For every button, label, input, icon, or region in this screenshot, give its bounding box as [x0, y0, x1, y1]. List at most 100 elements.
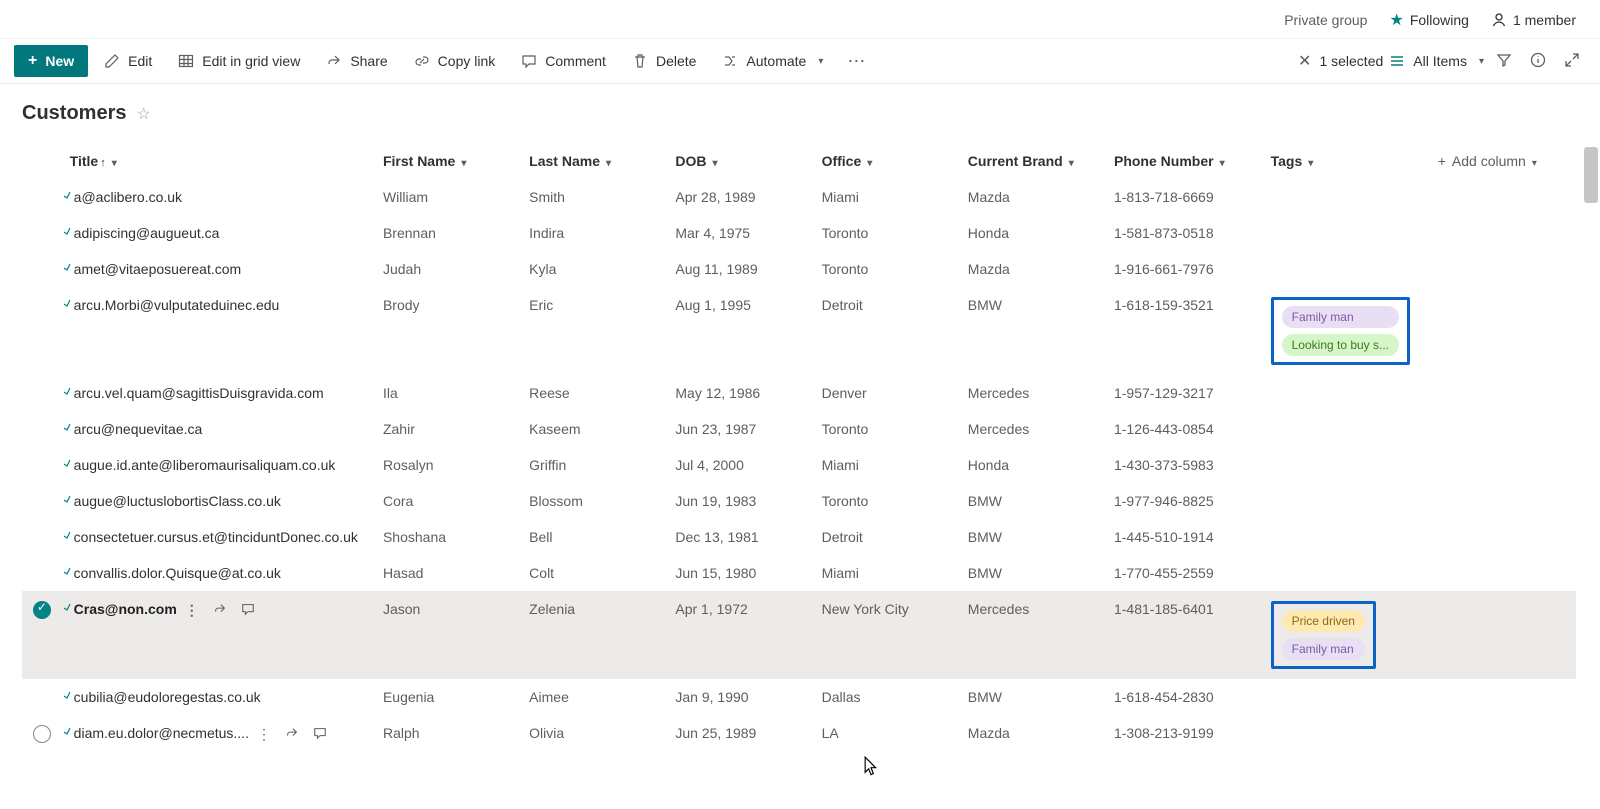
cell-tags — [1263, 179, 1430, 215]
cell-title[interactable]: Cras@non.com⋮ — [62, 591, 375, 679]
row-select-cell[interactable] — [22, 215, 62, 251]
column-first-name[interactable]: First Name▾ — [375, 143, 521, 179]
column-last-name[interactable]: Last Name▾ — [521, 143, 667, 179]
cell-office: Toronto — [814, 483, 960, 519]
table-row[interactable]: adipiscing@augueut.caBrennanIndiraMar 4,… — [22, 215, 1576, 251]
delete-button[interactable]: Delete — [622, 47, 706, 75]
table-row[interactable]: arcu@nequevitae.caZahirKaseemJun 23, 198… — [22, 411, 1576, 447]
favorite-star-button[interactable]: ☆ — [136, 104, 150, 124]
table-row[interactable]: arcu.Morbi@vulputateduinec.eduBrodyEricA… — [22, 287, 1576, 375]
cell-tags — [1263, 715, 1430, 756]
cell-title[interactable]: convallis.dolor.Quisque@at.co.uk — [62, 555, 375, 591]
column-office[interactable]: Office▾ — [814, 143, 960, 179]
table-row[interactable]: Cras@non.com⋮JasonZeleniaApr 1, 1972New … — [22, 591, 1576, 679]
table-row[interactable]: augue@luctuslobortisClass.co.ukCoraBloss… — [22, 483, 1576, 519]
tag-pill[interactable]: Family man — [1282, 638, 1365, 660]
row-select-cell[interactable] — [22, 519, 62, 555]
grid-icon — [178, 53, 194, 69]
copy-link-button[interactable]: Copy link — [404, 47, 506, 75]
table-row[interactable]: diam.eu.dolor@necmetus....⋮RalphOliviaJu… — [22, 715, 1576, 756]
table-row[interactable]: a@aclibero.co.ukWilliamSmithApr 28, 1989… — [22, 179, 1576, 215]
cell-last: Zelenia — [521, 591, 667, 679]
select-circle[interactable] — [33, 601, 51, 619]
grid-scroll[interactable]: Title↑▾ First Name▾ Last Name▾ DOB▾ Offi… — [22, 143, 1600, 784]
cell-tags — [1263, 411, 1430, 447]
cell-title[interactable]: amet@vitaeposuereat.com — [62, 251, 375, 287]
edit-button[interactable]: Edit — [94, 47, 162, 75]
cell-last: Smith — [521, 179, 667, 215]
cell-brand: Honda — [960, 215, 1106, 251]
clear-selection-button[interactable]: ✕ 1 selected — [1298, 51, 1383, 71]
column-tags[interactable]: Tags▾ — [1263, 143, 1430, 179]
cell-title[interactable]: cubilia@eudoloregestas.co.uk — [62, 679, 375, 715]
add-column-button[interactable]: +Add column▾ — [1430, 143, 1576, 179]
tag-pill[interactable]: Price driven — [1282, 610, 1365, 632]
cell-title[interactable]: arcu@nequevitae.ca — [62, 411, 375, 447]
cell-title[interactable]: consectetuer.cursus.et@tinciduntDonec.co… — [62, 519, 375, 555]
tag-pill[interactable]: Looking to buy s... — [1282, 334, 1399, 356]
info-button[interactable] — [1524, 48, 1552, 75]
row-select-cell[interactable] — [22, 251, 62, 287]
row-more-icon[interactable]: ⋮ — [185, 602, 199, 619]
column-title[interactable]: Title↑▾ — [62, 143, 375, 179]
cell-title[interactable]: augue@luctuslobortisClass.co.uk — [62, 483, 375, 519]
row-select-cell[interactable] — [22, 447, 62, 483]
cell-dob: Aug 11, 1989 — [667, 251, 813, 287]
row-select-cell[interactable] — [22, 555, 62, 591]
cell-dob: Dec 13, 1981 — [667, 519, 813, 555]
table-row[interactable]: consectetuer.cursus.et@tinciduntDonec.co… — [22, 519, 1576, 555]
cell-title[interactable]: arcu.vel.quam@sagittisDuisgravida.com — [62, 375, 375, 411]
row-comment-icon[interactable] — [313, 726, 327, 743]
cell-title[interactable]: augue.id.ante@liberomaurisaliquam.co.uk — [62, 447, 375, 483]
cell-dob: Aug 1, 1995 — [667, 287, 813, 375]
following-toggle[interactable]: ★ Following — [1389, 10, 1468, 30]
cell-addcolumn — [1430, 715, 1576, 756]
cell-title[interactable]: diam.eu.dolor@necmetus....⋮ — [62, 715, 375, 756]
edit-grid-button[interactable]: Edit in grid view — [168, 47, 310, 75]
cell-brand: Mazda — [960, 715, 1106, 756]
row-select-cell[interactable] — [22, 287, 62, 375]
column-brand[interactable]: Current Brand▾ — [960, 143, 1106, 179]
scrollbar-thumb[interactable] — [1584, 147, 1598, 203]
column-dob[interactable]: DOB▾ — [667, 143, 813, 179]
expand-button[interactable] — [1558, 48, 1586, 75]
column-phone[interactable]: Phone Number▾ — [1106, 143, 1263, 179]
select-circle[interactable] — [33, 725, 51, 743]
filter-button[interactable] — [1490, 48, 1518, 75]
row-select-cell[interactable] — [22, 715, 62, 756]
list-title: Customers — [22, 102, 126, 125]
tag-pill[interactable]: Family man — [1282, 306, 1399, 328]
row-select-cell[interactable] — [22, 591, 62, 679]
row-select-cell[interactable] — [22, 679, 62, 715]
table-row[interactable]: arcu.vel.quam@sagittisDuisgravida.comIla… — [22, 375, 1576, 411]
row-share-icon[interactable] — [285, 726, 299, 743]
view-selector[interactable]: All Items ▾ — [1389, 53, 1484, 69]
flow-icon — [722, 53, 738, 69]
comment-button[interactable]: Comment — [511, 47, 616, 75]
cell-last: Reese — [521, 375, 667, 411]
share-button[interactable]: Share — [316, 47, 397, 75]
new-button[interactable]: + New — [14, 45, 88, 77]
table-row[interactable]: cubilia@eudoloregestas.co.ukEugeniaAimee… — [22, 679, 1576, 715]
row-comment-icon[interactable] — [241, 602, 255, 619]
column-select[interactable] — [22, 143, 62, 179]
cell-brand: BMW — [960, 287, 1106, 375]
table-row[interactable]: convallis.dolor.Quisque@at.co.ukHasadCol… — [22, 555, 1576, 591]
row-share-icon[interactable] — [213, 602, 227, 619]
cell-title[interactable]: a@aclibero.co.uk — [62, 179, 375, 215]
customers-table: Title↑▾ First Name▾ Last Name▾ DOB▾ Offi… — [22, 143, 1576, 756]
members-button[interactable]: 1 member — [1491, 12, 1576, 28]
cell-office: Miami — [814, 447, 960, 483]
row-select-cell[interactable] — [22, 483, 62, 519]
table-row[interactable]: amet@vitaeposuereat.comJudahKylaAug 11, … — [22, 251, 1576, 287]
row-select-cell[interactable] — [22, 375, 62, 411]
cell-title[interactable]: adipiscing@augueut.ca — [62, 215, 375, 251]
row-select-cell[interactable] — [22, 411, 62, 447]
more-actions-button[interactable]: ⋯ — [839, 51, 873, 72]
automate-button[interactable]: Automate ▾ — [712, 47, 833, 75]
cell-title[interactable]: arcu.Morbi@vulputateduinec.edu — [62, 287, 375, 375]
row-select-cell[interactable] — [22, 179, 62, 215]
row-more-icon[interactable]: ⋮ — [257, 726, 271, 743]
table-row[interactable]: augue.id.ante@liberomaurisaliquam.co.ukR… — [22, 447, 1576, 483]
cell-dob: Jun 23, 1987 — [667, 411, 813, 447]
